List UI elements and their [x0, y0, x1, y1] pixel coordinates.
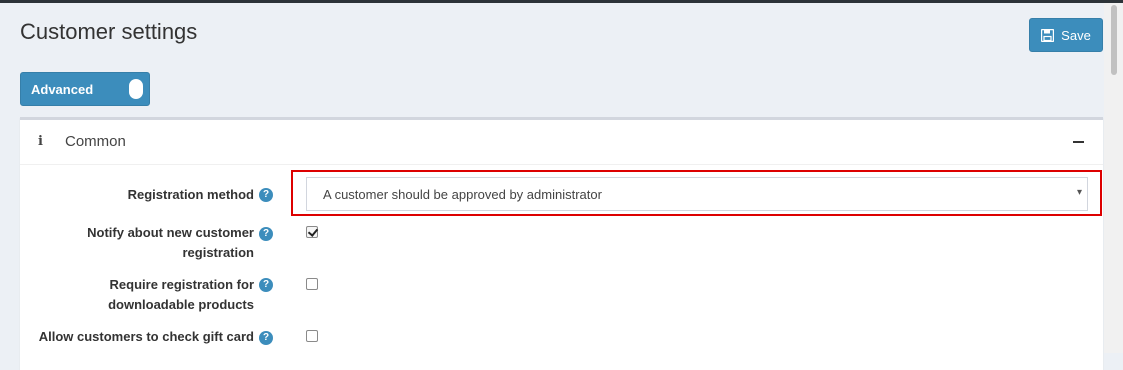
- notify-new-customer-row: Notify about new customer registration: [20, 223, 254, 263]
- help-icon[interactable]: ?: [259, 278, 273, 292]
- chevron-down-icon: ▾: [1076, 187, 1082, 198]
- floppy-disk-icon: [1041, 28, 1055, 42]
- panel-title: Common: [65, 133, 126, 150]
- checkmark-icon: [307, 226, 319, 237]
- advanced-toggle[interactable]: Advanced: [20, 72, 150, 106]
- allow-gift-card-checkbox[interactable]: [306, 330, 318, 342]
- registration-method-row: Registration method: [20, 185, 254, 205]
- save-button[interactable]: Save: [1029, 18, 1103, 52]
- allow-gift-card-label: Allow customers to check gift card: [38, 329, 254, 344]
- allow-gift-card-row: Allow customers to check gift card: [20, 327, 254, 347]
- require-registration-label-line2: downloadable products: [108, 297, 254, 312]
- top-bar: [0, 0, 1123, 3]
- toggle-knob: [129, 79, 143, 99]
- registration-method-select[interactable]: A customer should be approved by adminis…: [306, 177, 1088, 211]
- notify-new-customer-checkbox[interactable]: [306, 226, 319, 238]
- help-icon[interactable]: ?: [259, 331, 273, 345]
- require-registration-checkbox[interactable]: [306, 278, 318, 290]
- info-icon: i: [38, 134, 43, 149]
- require-registration-row: Require registration for downloadable pr…: [20, 275, 254, 315]
- help-icon[interactable]: ?: [259, 188, 273, 202]
- scrollbar-thumb[interactable]: [1111, 5, 1117, 75]
- save-button-label: Save: [1061, 27, 1091, 43]
- require-registration-label-line1: Require registration for: [109, 277, 254, 292]
- panel-header[interactable]: i Common: [20, 120, 1103, 165]
- minus-icon[interactable]: [1073, 141, 1084, 143]
- notify-new-customer-label-line2: registration: [182, 245, 254, 260]
- page-title: Customer settings: [20, 19, 198, 44]
- registration-method-label: Registration method: [127, 187, 254, 202]
- registration-method-value: A customer should be approved by adminis…: [323, 187, 602, 202]
- notify-new-customer-label-line1: Notify about new customer: [87, 225, 254, 240]
- help-icon[interactable]: ?: [259, 227, 273, 241]
- advanced-toggle-label: Advanced: [31, 82, 94, 97]
